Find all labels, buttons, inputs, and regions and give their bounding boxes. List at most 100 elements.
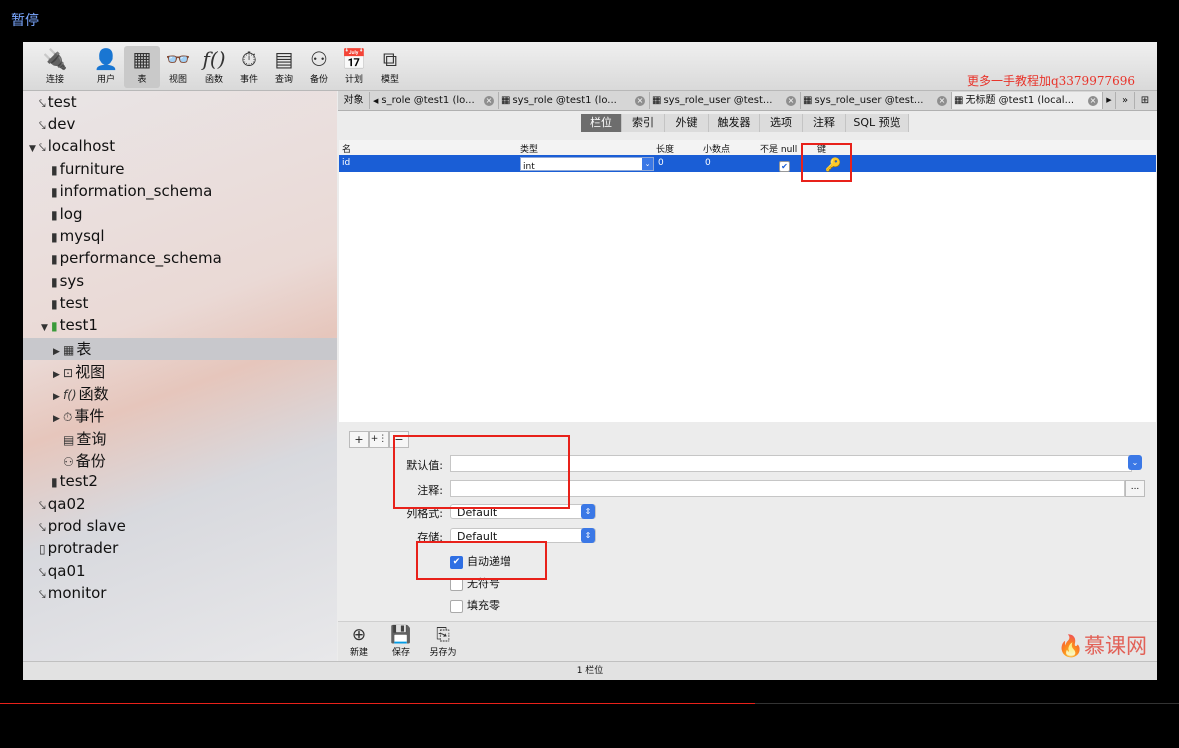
field-length-cell[interactable]: 0 xyxy=(658,158,664,168)
disclosure-open-icon[interactable]: ▼ xyxy=(41,323,51,333)
tree-item-queries[interactable]: ▤ 查询 xyxy=(23,428,337,450)
subtab-comment[interactable]: 注释 xyxy=(803,114,846,132)
tree-item-log[interactable]: ▮ log xyxy=(23,205,337,227)
app-window: 🔌 连接 👤 用户 ▦ 表 👓 视图 f() 函数 ⏱ 事件 ▤ 查询 ⚇ 备份… xyxy=(23,42,1157,680)
tab-sys-role-user-2[interactable]: ▦ sys_role_user @test... × xyxy=(801,92,952,109)
tree-item-furniture[interactable]: ▮ furniture xyxy=(23,160,337,182)
disclosure-open-icon[interactable]: ▼ xyxy=(29,144,39,154)
event-icon: ⏱ xyxy=(241,47,257,71)
scroll-right-icon[interactable]: ▶ xyxy=(1103,92,1116,109)
function-icon: f() xyxy=(202,47,226,71)
subtab-indexes[interactable]: 索引 xyxy=(622,114,665,132)
col-decimals-header[interactable]: 小数点 xyxy=(703,142,730,155)
table-row[interactable]: id int ⌄ 0 0 ✔ 🔑 xyxy=(339,155,1156,173)
save-button[interactable]: 💾 保存 xyxy=(388,626,414,659)
plus-circle-icon: ⊕ xyxy=(351,625,367,645)
connection-icon: ⤥ xyxy=(39,96,46,110)
backup-icon: ⚇ xyxy=(63,455,74,469)
close-tab-icon[interactable]: × xyxy=(937,96,947,106)
tab-untitled[interactable]: ▦ 无标题 @test1 (local... × xyxy=(952,92,1103,109)
tree-item-test-db[interactable]: ▮ test xyxy=(23,294,337,316)
field-decimals-cell[interactable]: 0 xyxy=(705,158,711,168)
toolbar-function-button[interactable]: f() 函数 xyxy=(196,46,232,88)
tree-item-backups[interactable]: ⚇ 备份 xyxy=(23,450,337,472)
tree-item-functions[interactable]: ▶ f() 函数 xyxy=(23,383,337,405)
tab-objects[interactable]: 对象 xyxy=(338,92,370,109)
col-length-header[interactable]: 长度 xyxy=(656,142,674,155)
table-icon: ▦ xyxy=(803,95,813,106)
scroll-left-icon[interactable]: ◀ xyxy=(370,97,381,105)
field-type-select[interactable]: int ⌄ xyxy=(520,157,654,172)
pause-indicator[interactable]: 暂停 xyxy=(11,10,39,30)
main-toolbar: 🔌 连接 👤 用户 ▦ 表 👓 视图 f() 函数 ⏱ 事件 ▤ 查询 ⚇ 备份… xyxy=(23,42,1157,91)
tree-item-qa01[interactable]: ⤥ qa01 xyxy=(23,562,337,584)
new-button[interactable]: ⊕ 新建 xyxy=(346,625,372,659)
video-progress-bar[interactable] xyxy=(0,703,1179,704)
updown-arrows-icon: ⇕ xyxy=(581,504,595,519)
tree-item-sys[interactable]: ▮ sys xyxy=(23,272,337,294)
subtab-sql-preview[interactable]: SQL 预览 xyxy=(846,114,909,132)
comment-expand-button[interactable]: ... xyxy=(1125,480,1145,497)
chevron-down-icon[interactable]: ⌄ xyxy=(642,158,653,170)
more-tabs-icon[interactable]: » xyxy=(1116,92,1135,109)
col-not-null-header[interactable]: 不是 null xyxy=(760,142,797,155)
close-tab-icon[interactable]: × xyxy=(1088,96,1098,106)
toolbar-table-button[interactable]: ▦ 表 xyxy=(124,46,160,88)
subtab-foreign-keys[interactable]: 外键 xyxy=(665,114,709,132)
subtab-options[interactable]: 选项 xyxy=(760,114,803,132)
toolbar-schedule-button[interactable]: 📅 计划 xyxy=(336,46,372,88)
toolbar-view-button[interactable]: 👓 视图 xyxy=(160,46,196,88)
event-icon: ⏱ xyxy=(63,410,73,424)
toolbar-user-button[interactable]: 👤 用户 xyxy=(88,46,124,88)
tree-item-protrader[interactable]: ▯ protrader xyxy=(23,539,337,561)
col-name-header[interactable]: 名 xyxy=(342,142,351,155)
insert-field-button[interactable]: +⋮ xyxy=(369,431,389,448)
subtab-triggers[interactable]: 触发器 xyxy=(709,114,760,132)
toolbar-backup-button[interactable]: ⚇ 备份 xyxy=(301,46,337,88)
tree-item-tables[interactable]: ▶ ▦ 表 xyxy=(23,338,337,360)
disclosure-closed-icon[interactable]: ▶ xyxy=(53,414,63,424)
annotation-box-auto-increment xyxy=(416,541,547,580)
tree-item-monitor[interactable]: ⤥ monitor xyxy=(23,584,337,606)
tree-item-performance-schema[interactable]: ▮ performance_schema xyxy=(23,249,337,271)
tree-item-information-schema[interactable]: ▮ information_schema xyxy=(23,182,337,204)
tree-item-qa02[interactable]: ⤥ qa02 xyxy=(23,495,337,517)
tab-sys-role-user-1[interactable]: ▦ sys_role_user @test... × xyxy=(650,92,801,109)
tree-item-views[interactable]: ▶ ⊡ 视图 xyxy=(23,361,337,383)
database-icon: ▮ xyxy=(51,230,58,244)
save-as-button[interactable]: ⎘ 另存为 xyxy=(426,625,460,659)
tab-s-role[interactable]: ◀ s_role @test1 (lo... × xyxy=(370,92,499,109)
query-icon: ▤ xyxy=(63,433,75,447)
database-icon: ▮ xyxy=(51,275,58,289)
close-tab-icon[interactable]: × xyxy=(484,96,494,106)
add-field-button[interactable]: + xyxy=(349,431,369,448)
zerofill-checkbox[interactable]: 填充零 xyxy=(450,597,500,613)
disclosure-closed-icon[interactable]: ▶ xyxy=(53,370,63,380)
subtab-fields[interactable]: 栏位 xyxy=(581,114,622,132)
table-edit-icon: ▦ xyxy=(652,95,662,106)
tree-item-test[interactable]: ⤥ test xyxy=(23,93,337,115)
toolbar-query-button[interactable]: ▤ 查询 xyxy=(266,46,302,88)
disclosure-closed-icon[interactable]: ▶ xyxy=(53,392,63,402)
tree-item-test1[interactable]: ▼ ▮ test1 xyxy=(23,316,337,338)
model-icon: ⧉ xyxy=(382,47,398,71)
toolbar-event-button[interactable]: ⏱ 事件 xyxy=(231,46,267,88)
default-value-dropdown-icon[interactable]: ⌄ xyxy=(1128,455,1142,470)
connection-tree: ⤥ test ⤥ dev ▼ ⤥ localhost ▮ furniture ▮ infor… xyxy=(23,91,337,661)
toolbar-model-button[interactable]: ⧉ 模型 xyxy=(372,46,408,88)
tree-item-localhost[interactable]: ▼ ⤥ localhost xyxy=(23,137,337,159)
disclosure-closed-icon[interactable]: ▶ xyxy=(53,347,63,357)
tree-item-test2[interactable]: ▮ test2 xyxy=(23,472,337,494)
tree-item-dev[interactable]: ⤥ dev xyxy=(23,115,337,137)
close-tab-icon[interactable]: × xyxy=(635,96,645,106)
toolbar-connect-button[interactable]: 🔌 连接 xyxy=(37,46,73,88)
tree-item-events[interactable]: ▶ ⏱ 事件 xyxy=(23,405,337,427)
new-tab-icon[interactable]: ⊞ xyxy=(1135,92,1155,109)
tab-sys-role[interactable]: ▦ sys_role @test1 (lo... × xyxy=(499,92,650,109)
tree-item-prod-slave[interactable]: ⤥ prod slave xyxy=(23,517,337,539)
field-name-cell[interactable]: id xyxy=(342,158,350,168)
save-as-icon: ⎘ xyxy=(436,625,450,645)
tree-item-mysql[interactable]: ▮ mysql xyxy=(23,227,337,249)
col-type-header[interactable]: 类型 xyxy=(520,142,538,155)
close-tab-icon[interactable]: × xyxy=(786,96,796,106)
